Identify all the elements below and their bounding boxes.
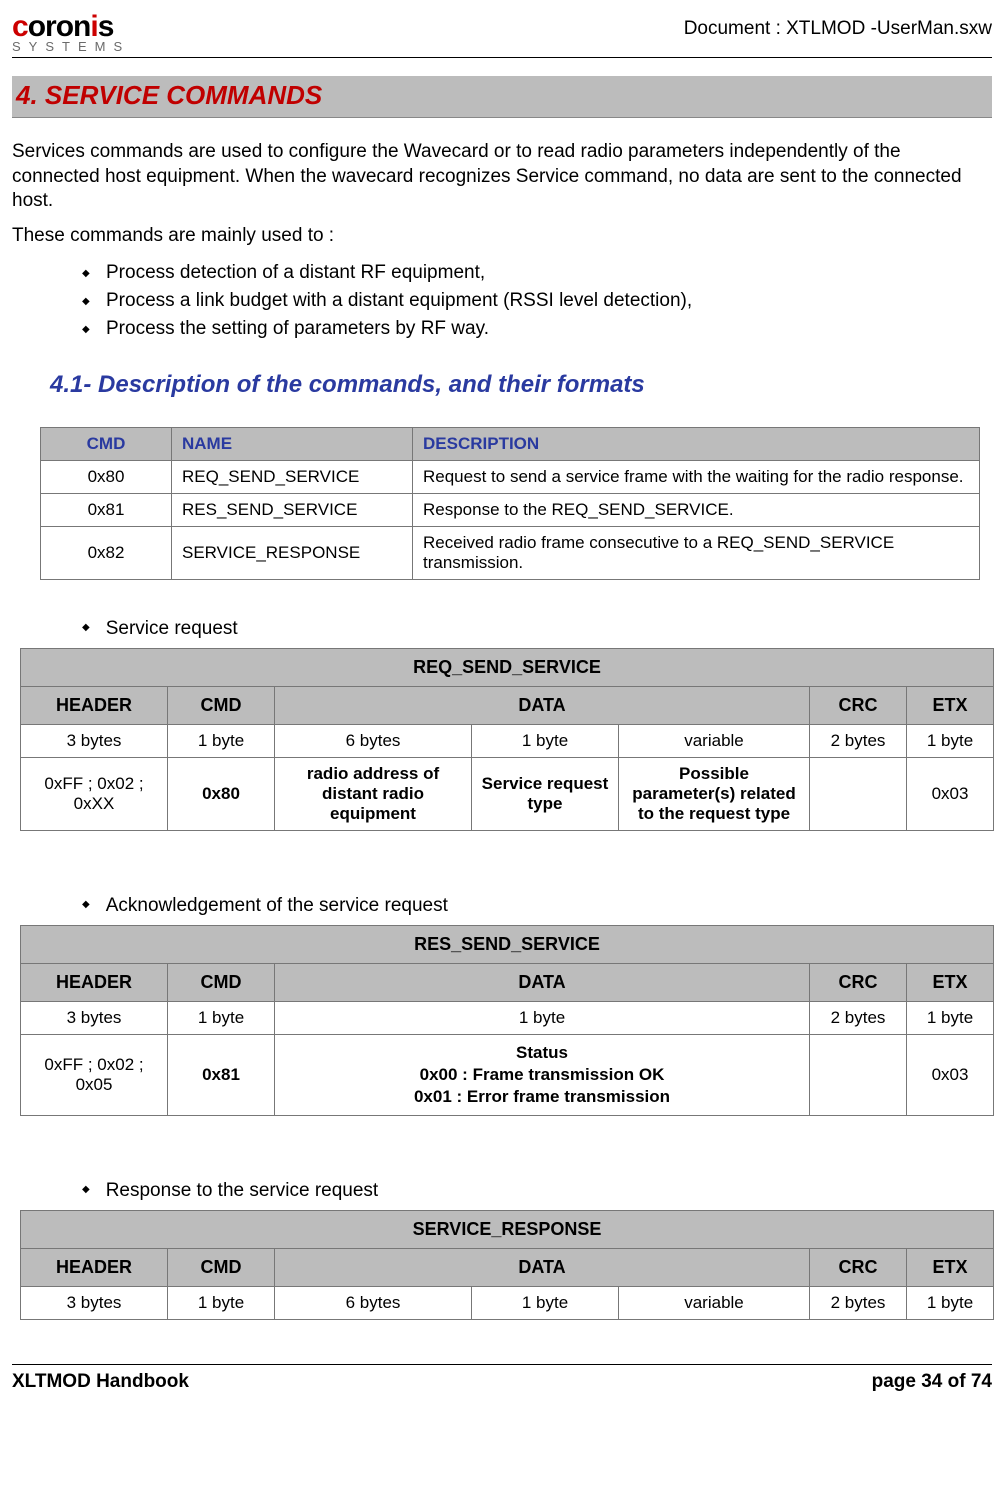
col-header: ETX [907,1248,994,1286]
col-header: CRC [810,963,907,1001]
cell-name: REQ_SEND_SERVICE [172,460,413,493]
logo-sub: SYSTEMS [12,40,130,53]
footer-right: page 34 of 74 [872,1371,992,1393]
cell: 0x80 [168,757,275,830]
cell: variable [619,724,810,757]
cell: 1 byte [907,1001,994,1034]
col-header: CMD [168,963,275,1001]
table-row: 0x80 REQ_SEND_SERVICE Request to send a … [41,460,980,493]
cell: 1 byte [907,724,994,757]
cell [810,757,907,830]
frame-title: REQ_SEND_SERVICE [21,648,994,686]
frame-title: SERVICE_RESPONSE [21,1210,994,1248]
col-header: HEADER [21,963,168,1001]
cell: 6 bytes [275,1286,472,1319]
cell: 1 byte [472,724,619,757]
command-table: CMD NAME DESCRIPTION 0x80 REQ_SEND_SERVI… [40,427,980,580]
cell: 3 bytes [21,1001,168,1034]
subsection-heading-4-1: 4.1- Description of the commands, and th… [50,371,992,399]
cell: radio address of distant radio equipment [275,757,472,830]
cell: 3 bytes [21,1286,168,1319]
list-item: Process the setting of parameters by RF … [82,315,992,343]
frame-title: RES_SEND_SERVICE [21,925,994,963]
status-title: Status [283,1043,801,1063]
sub-label-service-request: Service request [82,608,992,648]
table-row: 0x81 RES_SEND_SERVICE Response to the RE… [41,493,980,526]
cell: 2 bytes [810,1286,907,1319]
cell: 1 byte [907,1286,994,1319]
col-header: DATA [275,1248,810,1286]
cell: 1 byte [168,1286,275,1319]
intro-paragraph-2: These commands are mainly used to : [12,224,992,249]
sub-label-response: Response to the service request [82,1170,992,1210]
sub-label-text: Acknowledgement of the service request [106,895,448,917]
cell: 0xFF ; 0x02 ; 0x05 [21,1034,168,1115]
cell: variable [619,1286,810,1319]
sub-label-ack: Acknowledgement of the service request [82,885,992,925]
col-header: DATA [275,963,810,1001]
sub-label-text: Response to the service request [106,1180,379,1202]
col-header: CRC [810,686,907,724]
cell: 1 byte [275,1001,810,1034]
cell: 0x03 [907,1034,994,1115]
cell: Service request type [472,757,619,830]
col-name: NAME [172,427,413,460]
service-response-table: SERVICE_RESPONSE HEADER CMD DATA CRC ETX… [20,1210,994,1320]
col-header: ETX [907,686,994,724]
logo: coronis SYSTEMS [12,12,130,53]
table-row: 0x82 SERVICE_RESPONSE Received radio fra… [41,526,980,579]
col-header: HEADER [21,686,168,724]
cell: 0x81 [168,1034,275,1115]
cell: 0x03 [907,757,994,830]
req-send-service-table: REQ_SEND_SERVICE HEADER CMD DATA CRC ETX… [20,648,994,831]
cell: 6 bytes [275,724,472,757]
cell-status: Status 0x00 : Frame transmission OK 0x01… [275,1034,810,1115]
col-header: ETX [907,963,994,1001]
status-line: 0x01 : Error frame transmission [283,1087,801,1107]
cell-name: RES_SEND_SERVICE [172,493,413,526]
page-header: coronis SYSTEMS Document : XTLMOD -UserM… [12,12,992,58]
cell: 0xFF ; 0x02 ; 0xXX [21,757,168,830]
footer-left: XLTMOD Handbook [12,1371,189,1393]
cell-cmd: 0x81 [41,493,172,526]
cell-desc: Response to the REQ_SEND_SERVICE. [413,493,980,526]
table-header-row: CMD NAME DESCRIPTION [41,427,980,460]
col-header: HEADER [21,1248,168,1286]
page-footer: XLTMOD Handbook page 34 of 74 [12,1364,992,1393]
cell: 3 bytes [21,724,168,757]
cell: 2 bytes [810,1001,907,1034]
cell: 1 byte [472,1286,619,1319]
cell-name: SERVICE_RESPONSE [172,526,413,579]
cell: 1 byte [168,1001,275,1034]
status-line: 0x00 : Frame transmission OK [283,1065,801,1085]
col-desc: DESCRIPTION [413,427,980,460]
cell-cmd: 0x82 [41,526,172,579]
res-send-service-table: RES_SEND_SERVICE HEADER CMD DATA CRC ETX… [20,925,994,1116]
col-cmd: CMD [41,427,172,460]
document-line: Document : XTLMOD -UserMan.sxw [684,18,992,40]
list-item: Process a link budget with a distant equ… [82,287,992,315]
col-header: CMD [168,1248,275,1286]
cell: 1 byte [168,724,275,757]
cell: 2 bytes [810,724,907,757]
cell-desc: Request to send a service frame with the… [413,460,980,493]
cell: Possible parameter(s) related to the req… [619,757,810,830]
logo-main: coronis [12,12,130,42]
section-heading-4: 4. SERVICE COMMANDS [12,76,992,118]
cell-desc: Received radio frame consecutive to a RE… [413,526,980,579]
cell-cmd: 0x80 [41,460,172,493]
list-item: Process detection of a distant RF equipm… [82,259,992,287]
col-header: CRC [810,1248,907,1286]
intro-list: Process detection of a distant RF equipm… [12,259,992,343]
cell-empty [810,1034,907,1115]
col-header: DATA [275,686,810,724]
intro-paragraph-1: Services commands are used to configure … [12,140,992,214]
sub-label-text: Service request [106,618,238,640]
col-header: CMD [168,686,275,724]
